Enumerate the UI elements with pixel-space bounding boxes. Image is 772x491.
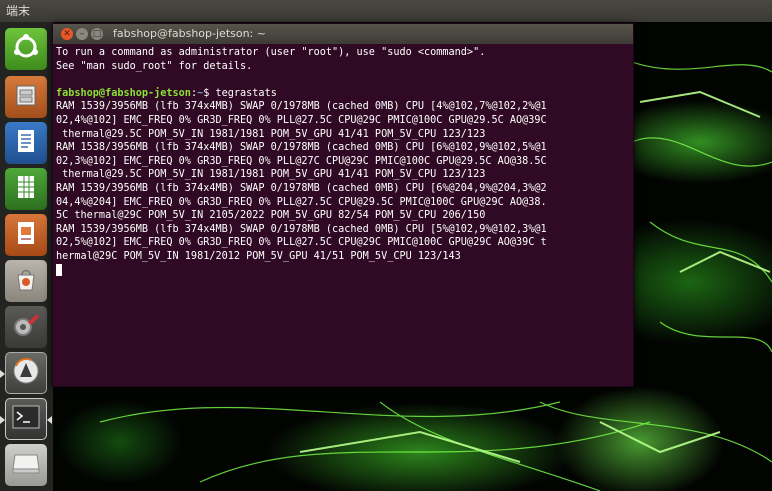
launcher-item-writer[interactable] bbox=[5, 122, 47, 164]
ubuntu-logo-icon bbox=[12, 33, 40, 65]
launcher bbox=[0, 22, 53, 491]
launcher-item-files[interactable] bbox=[5, 76, 47, 118]
terminal-icon bbox=[12, 405, 40, 433]
launcher-item-update-manager[interactable] bbox=[5, 352, 47, 394]
document-icon bbox=[12, 127, 40, 159]
terminal-output[interactable]: To run a command as administrator (user … bbox=[56, 46, 630, 384]
output-line: RAM 1539/3956MB (lfb 374x4MB) SWAP 0/197… bbox=[56, 101, 547, 113]
terminal-running-indicator bbox=[0, 416, 5, 424]
drive-icon bbox=[11, 451, 41, 479]
output-line: RAM 1538/3956MB (lfb 374x4MB) SWAP 0/197… bbox=[56, 142, 547, 154]
shopping-bag-icon bbox=[12, 265, 40, 297]
motd-line: To run a command as administrator (user … bbox=[56, 47, 486, 58]
file-cabinet-icon bbox=[12, 81, 40, 113]
motd-line: See "man sudo_root" for details. bbox=[56, 60, 253, 72]
launcher-item-impress[interactable] bbox=[5, 214, 47, 256]
launcher-item-software-center[interactable] bbox=[5, 260, 47, 302]
cursor-line bbox=[56, 263, 630, 279]
active-app-title: 端末 bbox=[6, 4, 31, 18]
launcher-item-system-settings[interactable] bbox=[5, 306, 47, 348]
presentation-icon bbox=[12, 219, 40, 251]
minimize-button[interactable]: – bbox=[76, 28, 88, 40]
output-line: 02,5%@102] EMC_FREQ 0% GR3D_FREQ 0% PLL@… bbox=[56, 237, 547, 249]
launcher-item-dash[interactable] bbox=[5, 28, 47, 70]
terminal-window: ✕ – □ fabshop@fabshop-jetson: ~ To run a… bbox=[52, 23, 634, 387]
launcher-item-terminal[interactable] bbox=[5, 398, 47, 440]
launcher-running-indicator bbox=[0, 370, 5, 378]
terminal-title: fabshop@fabshop-jetson: ~ bbox=[113, 27, 266, 40]
maximize-button[interactable]: □ bbox=[91, 28, 103, 40]
launcher-item-drive[interactable] bbox=[5, 444, 47, 486]
output-line: RAM 1539/3956MB (lfb 374x4MB) SWAP 0/197… bbox=[56, 223, 547, 235]
launcher-item-calc[interactable] bbox=[5, 168, 47, 210]
output-line: thermal@29.5C POM_5V_IN 1981/1981 POM_5V… bbox=[56, 128, 486, 140]
output-line: 02,4%@102] EMC_FREQ 0% GR3D_FREQ 0% PLL@… bbox=[56, 114, 547, 126]
update-icon bbox=[11, 356, 41, 390]
output-line: RAM 1539/3956MB (lfb 374x4MB) SWAP 0/197… bbox=[56, 182, 547, 194]
prompt-command: tegrastats bbox=[215, 87, 277, 99]
output-line: 02,3%@102] EMC_FREQ 0% GR3D_FREQ 0% PLL@… bbox=[56, 155, 547, 167]
output-line: 04,4%@204] EMC_FREQ 0% GR3D_FREQ 0% PLL@… bbox=[56, 196, 547, 208]
output-line: thermal@29.5C POM_5V_IN 1981/1981 POM_5V… bbox=[56, 169, 486, 181]
output-line: hermal@29C POM_5V_IN 1981/2012 POM_5V_GP… bbox=[56, 250, 461, 262]
terminal-focused-indicator bbox=[47, 416, 52, 424]
output-line: 5C thermal@29C POM_5V_IN 2105/2022 POM_5… bbox=[56, 210, 486, 222]
close-button[interactable]: ✕ bbox=[61, 28, 73, 40]
terminal-titlebar[interactable]: ✕ – □ fabshop@fabshop-jetson: ~ bbox=[53, 24, 633, 44]
prompt-line: fabshop@fabshop-jetson:~$ tegrastats bbox=[56, 87, 630, 101]
prompt-user-host: fabshop@fabshop-jetson bbox=[56, 87, 191, 99]
spreadsheet-icon bbox=[12, 173, 40, 205]
wrench-gear-icon bbox=[11, 310, 41, 344]
text-cursor bbox=[56, 263, 62, 276]
top-panel: 端末 bbox=[0, 0, 772, 22]
